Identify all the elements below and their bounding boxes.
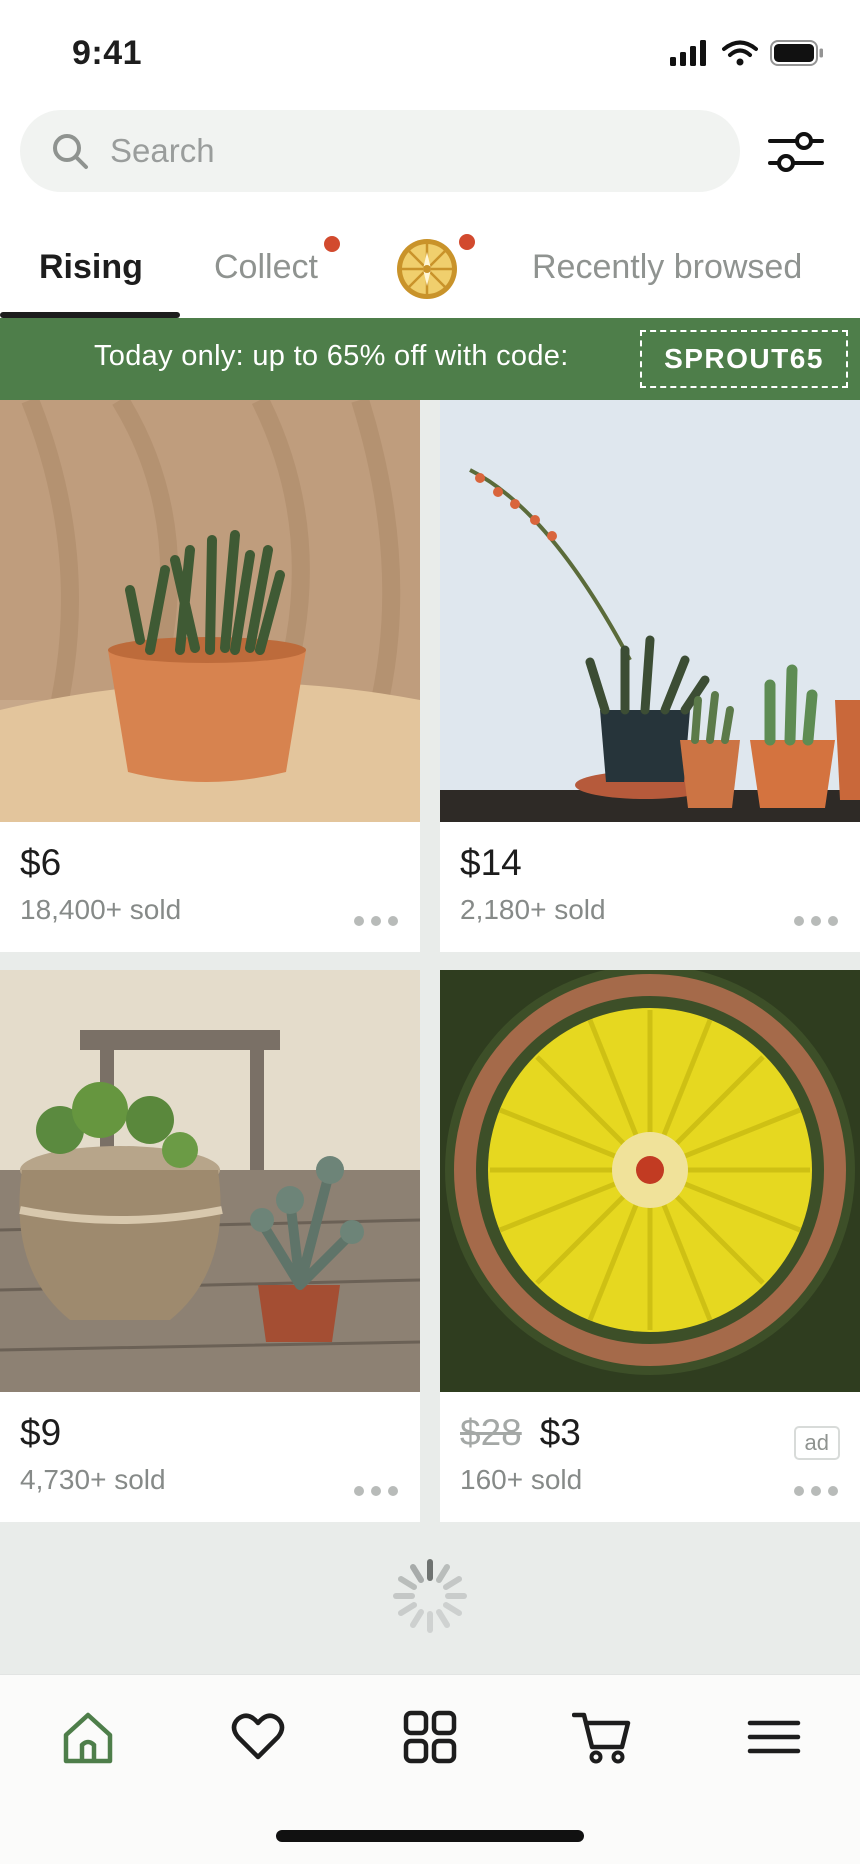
more-options-icon[interactable]	[354, 1486, 398, 1496]
product-card[interactable]: $28 $3 ad 160+ sold	[440, 970, 860, 1522]
product-image[interactable]	[440, 970, 860, 1392]
product-image[interactable]	[0, 400, 420, 822]
product-sold-count: 2,180+ sold	[460, 894, 606, 925]
status-icons	[670, 40, 824, 66]
more-options-icon[interactable]	[794, 1486, 838, 1496]
filter-sliders-icon[interactable]	[768, 130, 824, 174]
battery-icon	[770, 40, 823, 66]
spin-wheel-icon[interactable]	[396, 238, 458, 300]
wifi-icon	[722, 40, 758, 66]
tab-rising[interactable]: Rising	[39, 248, 143, 287]
product-original-price: $28	[460, 1412, 522, 1453]
category-tabs: Rising Collect Recently browsed	[0, 208, 860, 318]
product-sold-count: 18,400+ sold	[20, 894, 182, 925]
ad-badge: ad	[793, 1426, 840, 1460]
product-price: $14	[460, 842, 522, 883]
heart-icon[interactable]	[228, 1707, 288, 1767]
product-price: $9	[20, 1412, 62, 1453]
search-icon	[53, 134, 88, 169]
wheel-notification-dot	[459, 234, 475, 250]
home-icon[interactable]	[58, 1707, 118, 1767]
more-options-icon[interactable]	[794, 916, 838, 926]
collect-notification-dot	[324, 236, 340, 252]
status-bar: 9:41	[0, 0, 860, 108]
product-image[interactable]	[440, 400, 860, 822]
more-options-icon[interactable]	[354, 916, 398, 926]
cellular-signal-icon	[670, 40, 706, 66]
promo-code[interactable]: SPROUT65	[640, 330, 848, 388]
promo-banner[interactable]: Today only: up to 65% off with code: SPR…	[0, 318, 860, 400]
menu-icon[interactable]	[744, 1707, 804, 1767]
product-sold-count: 160+ sold	[460, 1464, 583, 1495]
cart-icon[interactable]	[572, 1707, 632, 1767]
tab-recently-browsed[interactable]: Recently browsed	[532, 248, 802, 287]
product-image[interactable]	[0, 970, 420, 1392]
tab-collect[interactable]: Collect	[214, 248, 318, 287]
product-card[interactable]: $6 18,400+ sold	[0, 400, 420, 952]
grid-icon[interactable]	[400, 1707, 460, 1767]
search-input[interactable]: Search	[20, 110, 740, 192]
product-price: $28 $3	[460, 1412, 581, 1454]
product-sale-price: $3	[539, 1412, 581, 1453]
loading-spinner-icon	[393, 1559, 467, 1633]
product-card[interactable]: $14 2,180+ sold	[440, 400, 860, 952]
status-time: 9:41	[72, 34, 143, 72]
product-card[interactable]: $9 4,730+ sold	[0, 970, 420, 1522]
product-price: $6	[20, 842, 62, 883]
search-row: Search	[0, 108, 860, 208]
product-sold-count: 4,730+ sold	[20, 1464, 166, 1495]
promo-text: Today only: up to 65% off with code:	[94, 340, 569, 372]
search-placeholder: Search	[110, 132, 215, 169]
home-indicator	[276, 1830, 584, 1842]
